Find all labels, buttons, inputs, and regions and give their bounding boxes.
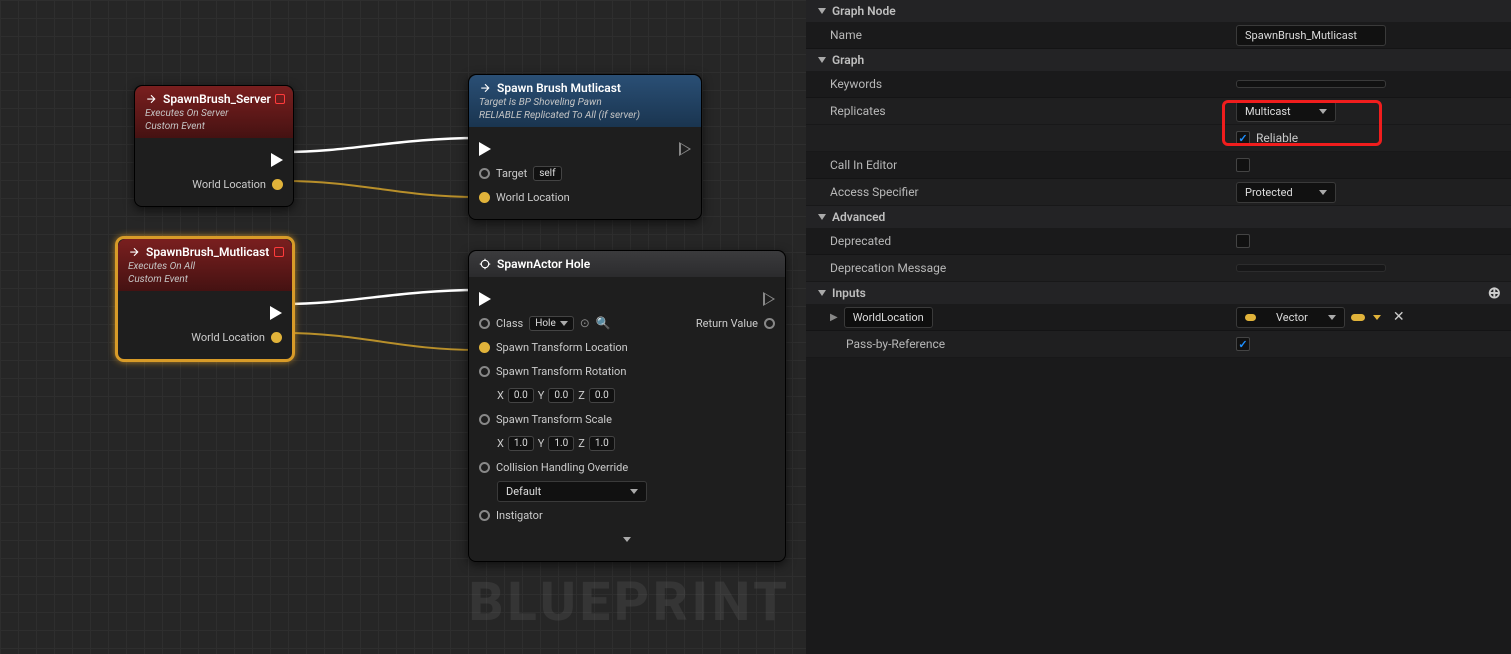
- depmsg-input[interactable]: [1236, 264, 1386, 272]
- collapse-icon: [818, 57, 826, 63]
- prop-label-callineditor: Call In Editor: [806, 158, 1236, 172]
- blueprint-graph[interactable]: SpawnBrush_Server Executes On Server Cus…: [0, 0, 806, 654]
- node-title: SpawnActor Hole: [497, 257, 590, 271]
- pin-label: Class: [496, 317, 523, 330]
- exec-out-pin[interactable]: [763, 292, 775, 306]
- node-spawnbrush-multicast-event[interactable]: SpawnBrush_Mutlicast Executes On All Cus…: [116, 237, 294, 361]
- rot-y-input[interactable]: 0.0: [548, 388, 574, 403]
- add-input-button[interactable]: ⊕: [1488, 285, 1501, 301]
- reliable-label: Reliable: [1256, 131, 1298, 145]
- pin-label: Spawn Transform Rotation: [496, 365, 626, 378]
- collapse-icon: [818, 8, 826, 14]
- enum-in-pin[interactable]: [479, 462, 490, 473]
- expand-node-icon[interactable]: [623, 537, 631, 542]
- node-header[interactable]: SpawnBrush_Server Executes On Server Cus…: [135, 86, 293, 138]
- vector-in-pin[interactable]: [479, 192, 490, 203]
- object-in-pin[interactable]: [479, 510, 490, 521]
- vector-out-pin[interactable]: [272, 179, 283, 190]
- container-type-dropdown[interactable]: [1373, 315, 1381, 320]
- section-advanced[interactable]: Advanced: [806, 206, 1511, 228]
- section-graph-node[interactable]: Graph Node: [806, 0, 1511, 22]
- pin-label: World Location: [192, 178, 266, 191]
- net-badge-icon: [274, 247, 284, 257]
- vector-in-pin[interactable]: [479, 414, 490, 425]
- prop-label-keywords: Keywords: [806, 77, 1236, 91]
- rot-x-input[interactable]: 0.0: [508, 388, 534, 403]
- input-type-dropdown[interactable]: Vector: [1236, 307, 1345, 328]
- collapse-icon: [818, 290, 826, 296]
- scale-x-input[interactable]: 1.0: [508, 436, 534, 451]
- watermark-text: BLUEPRINT: [469, 571, 791, 634]
- node-title: SpawnBrush_Server: [163, 92, 271, 106]
- exec-out-pin[interactable]: [271, 153, 283, 167]
- pin-label: Collision Handling Override: [496, 461, 628, 474]
- reliable-checkbox[interactable]: [1236, 131, 1250, 145]
- scale-z-input[interactable]: 1.0: [589, 436, 615, 451]
- node-header[interactable]: SpawnBrush_Mutlicast Executes On All Cus…: [118, 239, 292, 291]
- object-out-pin[interactable]: [764, 318, 775, 329]
- rotator-in-pin[interactable]: [479, 366, 490, 377]
- vector-in-pin[interactable]: [479, 342, 490, 353]
- node-spawn-brush-multicast-call[interactable]: Spawn Brush Mutlicast Target is BP Shove…: [468, 74, 702, 220]
- pin-label: Target: [496, 167, 527, 180]
- node-spawnactor-hole[interactable]: SpawnActor Hole Class Hole ⊙ 🔍 Return Va…: [468, 250, 786, 562]
- exec-in-pin[interactable]: [479, 292, 491, 306]
- exec-out-pin[interactable]: [679, 142, 691, 156]
- node-title: Spawn Brush Mutlicast: [497, 81, 621, 95]
- keywords-input[interactable]: [1236, 80, 1386, 88]
- pin-label: Instigator: [496, 509, 543, 522]
- node-spawnbrush-server[interactable]: SpawnBrush_Server Executes On Server Cus…: [134, 85, 294, 207]
- prop-label-deprecated: Deprecated: [806, 234, 1236, 248]
- collision-override-dropdown[interactable]: Default: [497, 481, 647, 502]
- pin-label: Spawn Transform Scale: [496, 413, 612, 426]
- vector-out-pin[interactable]: [271, 332, 282, 343]
- section-inputs[interactable]: Inputs ⊕: [806, 282, 1511, 304]
- passbyref-checkbox[interactable]: [1236, 337, 1250, 351]
- type-color-icon: [1351, 314, 1365, 321]
- callineditor-checkbox[interactable]: [1236, 158, 1250, 172]
- section-graph[interactable]: Graph: [806, 49, 1511, 71]
- prop-label-replicates: Replicates: [806, 104, 1236, 118]
- target-value[interactable]: self: [533, 166, 561, 181]
- collapse-icon: [818, 214, 826, 220]
- class-dropdown[interactable]: Hole: [529, 316, 574, 331]
- pin-label: Spawn Transform Location: [496, 341, 628, 354]
- browse-asset-icon[interactable]: 🔍: [596, 316, 611, 330]
- prop-label-passbyref: Pass-by-Reference: [806, 337, 1236, 351]
- prop-label-access: Access Specifier: [806, 185, 1236, 199]
- deprecated-checkbox[interactable]: [1236, 234, 1250, 248]
- access-dropdown[interactable]: Protected: [1236, 182, 1336, 203]
- exec-out-pin[interactable]: [270, 306, 282, 320]
- node-header[interactable]: Spawn Brush Mutlicast Target is BP Shove…: [469, 75, 701, 127]
- pin-label: World Location: [496, 191, 570, 204]
- node-header[interactable]: SpawnActor Hole: [469, 251, 785, 277]
- net-badge-icon: [275, 94, 285, 104]
- pick-asset-icon[interactable]: ⊙: [580, 316, 590, 330]
- scale-y-input[interactable]: 1.0: [548, 436, 574, 451]
- node-title: SpawnBrush_Mutlicast: [146, 245, 269, 259]
- remove-input-button[interactable]: ✕: [1393, 309, 1405, 325]
- details-panel: Graph Node Name SpawnBrush_Mutlicast Gra…: [806, 0, 1511, 654]
- prop-label-depmsg: Deprecation Message: [806, 261, 1236, 275]
- pin-label: Return Value: [696, 317, 758, 330]
- replicates-dropdown[interactable]: Multicast: [1236, 101, 1336, 122]
- object-in-pin[interactable]: [479, 168, 490, 179]
- name-input[interactable]: SpawnBrush_Mutlicast: [1236, 25, 1386, 46]
- prop-label-name: Name: [806, 28, 1236, 42]
- rot-z-input[interactable]: 0.0: [589, 388, 615, 403]
- input-name-field[interactable]: WorldLocation: [844, 307, 933, 328]
- exec-in-pin[interactable]: [479, 142, 491, 156]
- pin-label: World Location: [191, 331, 265, 344]
- class-in-pin[interactable]: [479, 318, 490, 329]
- expand-icon[interactable]: ▶: [830, 312, 838, 323]
- vector-type-icon: [1245, 314, 1256, 321]
